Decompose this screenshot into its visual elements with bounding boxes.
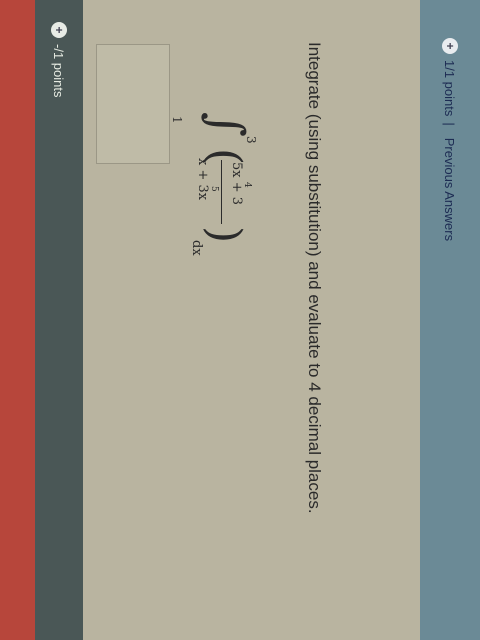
screen-edge-accent xyxy=(0,0,35,640)
previous-answers-link[interactable]: Previous Answers xyxy=(443,138,458,241)
question-header-bar: + -/1 points xyxy=(35,0,83,640)
integral-sign: ∫ xyxy=(198,112,254,138)
differential: dx xyxy=(189,240,204,256)
footer-separator: | xyxy=(442,122,458,126)
photo-stage: + 1/1 points | Previous Answers Integrat… xyxy=(0,0,480,640)
question-panel: Integrate (using substitution) and evalu… xyxy=(69,0,420,640)
plus-circle-icon[interactable]: + xyxy=(51,22,67,38)
lower-limit: 1 xyxy=(170,116,184,124)
answer-input[interactable] xyxy=(96,44,170,164)
fraction-bar xyxy=(221,160,222,224)
numerator: 5x + 3 xyxy=(229,162,244,206)
denominator-exponent: 5 xyxy=(209,186,219,192)
right-paren: ) xyxy=(199,226,250,244)
header-points: -/1 points xyxy=(51,44,67,98)
denominator: x + 3x xyxy=(195,158,210,201)
question-prompt: Integrate (using substitution) and evalu… xyxy=(305,42,324,514)
upper-limit: 3 xyxy=(244,136,258,144)
plus-circle-icon[interactable]: + xyxy=(442,38,458,54)
footer-points: 1/1 points xyxy=(442,60,458,117)
previous-question-strip: + 1/1 points | Previous Answers xyxy=(420,0,480,640)
